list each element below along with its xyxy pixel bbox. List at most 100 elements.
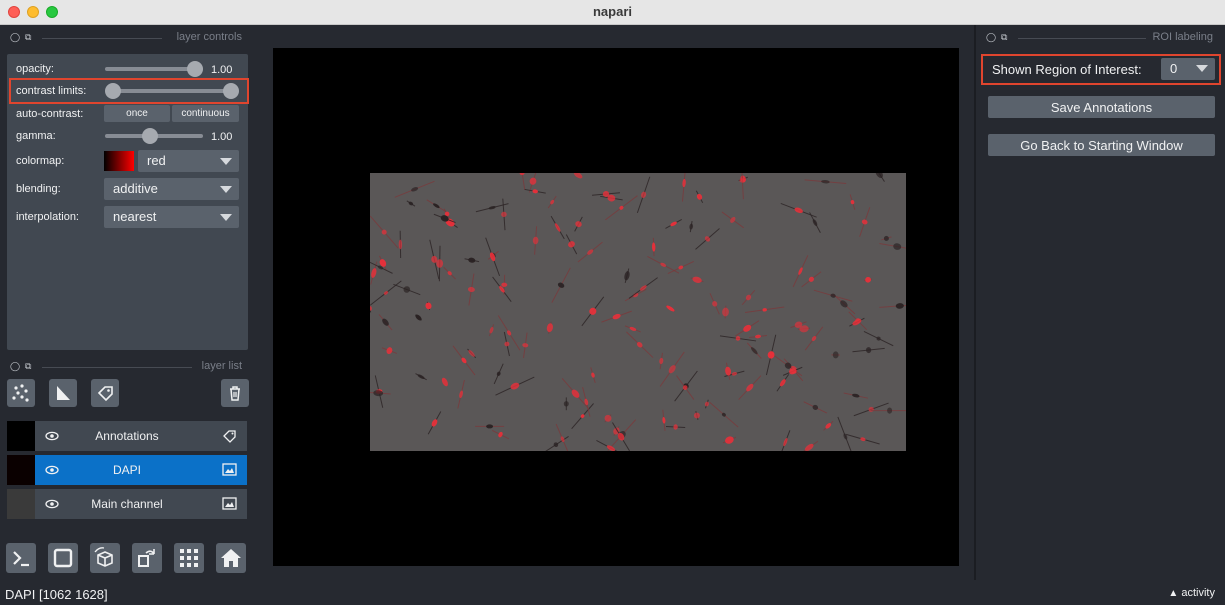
window-title: napari: [592, 4, 632, 19]
cell-mark: [393, 283, 421, 296]
close-dock-icon[interactable]: ⧉: [25, 32, 31, 43]
shown-roi-label: Shown Region of Interest:: [992, 62, 1142, 77]
colormap-label: colormap:: [16, 155, 65, 167]
layer-row-annotations[interactable]: Annotations: [7, 421, 247, 451]
chevron-down-icon: [1196, 65, 1208, 72]
cell-mark: [492, 276, 512, 302]
layer-thumbnail: [7, 421, 35, 451]
cell-mark: [765, 334, 777, 376]
cell-mark: [563, 397, 569, 411]
transpose-icon: [138, 549, 155, 567]
cell-mark: [651, 237, 656, 257]
colormap-select[interactable]: red: [138, 150, 239, 172]
image-icon: [222, 463, 237, 476]
cell-mark: [636, 176, 651, 214]
reset-view-button[interactable]: [216, 543, 246, 573]
layer-controls-dock-title: ◯ ⧉ layer controls: [10, 31, 242, 43]
new-labels-layer-button[interactable]: [91, 379, 119, 407]
cell-mark: [573, 173, 583, 179]
save-annotations-button[interactable]: Save Annotations: [988, 96, 1215, 118]
cell-mark: [849, 194, 856, 210]
cell-mark: [693, 411, 700, 420]
float-dock-icon[interactable]: ◯: [10, 361, 20, 372]
microscopy-image[interactable]: [370, 173, 906, 451]
chevron-down-icon: [220, 186, 232, 193]
close-dock-icon[interactable]: ⧉: [1001, 32, 1007, 43]
shown-roi-select[interactable]: 0: [1161, 58, 1215, 80]
cell-mark: [780, 430, 791, 451]
chevron-down-icon: [220, 214, 232, 221]
cell-mark: [497, 315, 521, 351]
roll-dimensions-button[interactable]: [90, 543, 120, 573]
gamma-slider-handle[interactable]: [141, 128, 158, 144]
transpose-dimensions-button[interactable]: [132, 543, 162, 573]
float-dock-icon[interactable]: ◯: [986, 32, 996, 43]
dock-splitter[interactable]: [974, 25, 976, 580]
cell-mark: [425, 301, 432, 311]
title-bar: napari: [0, 0, 1225, 25]
cell-mark: [398, 230, 403, 259]
cell-mark: [436, 245, 444, 282]
interpolation-select[interactable]: nearest: [104, 206, 239, 228]
cell-mark: [443, 266, 456, 280]
cell-mark: [667, 261, 694, 274]
cell-mark: [626, 331, 654, 358]
cell-mark: [547, 195, 557, 209]
console-button[interactable]: [6, 543, 36, 573]
cell-mark: [551, 267, 571, 303]
interpolation-label: interpolation:: [16, 211, 79, 223]
blending-select[interactable]: additive: [104, 178, 239, 200]
cell-mark: [378, 314, 393, 331]
cell-mark: [370, 280, 402, 306]
cell-mark: [467, 348, 477, 359]
layer-row-dapi[interactable]: DAPI: [7, 455, 247, 485]
delete-layer-button[interactable]: [221, 379, 249, 407]
auto-contrast-once-button[interactable]: once: [104, 105, 170, 122]
label-tag-icon: [223, 430, 236, 443]
cell-mark: [577, 241, 603, 263]
square-icon: [53, 548, 73, 568]
cell-mark: [725, 362, 732, 380]
new-points-layer-button[interactable]: [7, 379, 35, 407]
gamma-label: gamma:: [16, 130, 56, 142]
cell-mark: [879, 303, 906, 309]
new-shapes-layer-button[interactable]: [49, 379, 77, 407]
points-icon: [12, 384, 29, 402]
opacity-label: opacity:: [16, 63, 54, 75]
cell-mark: [590, 367, 596, 384]
chevron-up-icon: ▲: [1168, 588, 1179, 599]
cell-mark: [370, 304, 372, 313]
cell-mark: [571, 403, 594, 430]
grid-view-button[interactable]: [174, 543, 204, 573]
cell-mark: [501, 198, 507, 231]
cell-mark: [394, 180, 435, 198]
cell-mark: [381, 347, 398, 355]
cell-mark: [879, 242, 906, 251]
cell-mark: [690, 276, 704, 283]
cell-mark: [846, 433, 880, 445]
cell-mark: [859, 207, 871, 237]
opacity-slider-handle[interactable]: [187, 61, 203, 77]
roi-labeling-dock-title: ◯ ⧉ ROI labeling: [986, 31, 1213, 43]
cell-mark: [565, 234, 578, 255]
go-back-button[interactable]: Go Back to Starting Window: [988, 134, 1215, 156]
colormap-preview[interactable]: [104, 151, 134, 171]
blending-label: blending:: [16, 183, 61, 195]
activity-button[interactable]: ▲ activity: [1168, 587, 1215, 599]
layer-thumbnail: [7, 489, 35, 519]
cell-mark: [873, 173, 885, 182]
cell-mark: [457, 379, 465, 409]
cell-mark: [532, 226, 539, 255]
close-dock-icon[interactable]: ⧉: [25, 361, 31, 372]
opacity-value: 1.00: [211, 64, 233, 76]
layer-row-main-channel[interactable]: Main channel: [7, 489, 247, 519]
float-dock-icon[interactable]: ◯: [10, 32, 20, 43]
cell-mark: [665, 305, 675, 312]
cell-mark: [370, 215, 399, 249]
cell-mark: [581, 296, 605, 327]
cell-mark: [495, 376, 535, 396]
cell-mark: [801, 271, 822, 288]
cell-mark: [709, 401, 739, 428]
toggle-ndisplay-button[interactable]: [48, 543, 78, 573]
auto-contrast-continuous-button[interactable]: continuous: [172, 105, 239, 122]
